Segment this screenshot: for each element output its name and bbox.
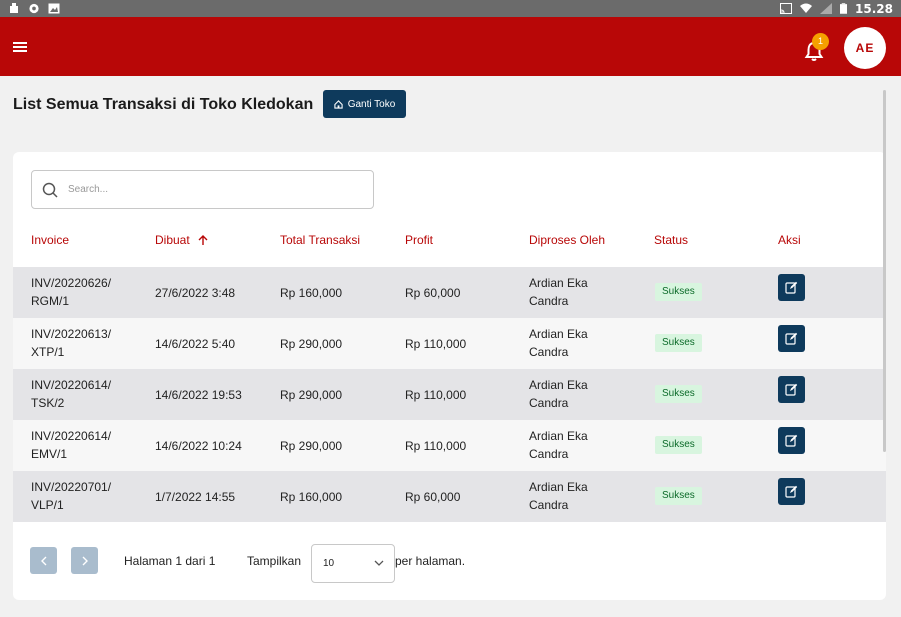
next-page-button[interactable] xyxy=(71,547,98,574)
search-icon xyxy=(42,182,58,198)
menu-icon[interactable] xyxy=(13,42,27,52)
processed-by-cell: Ardian Eka Candra xyxy=(529,480,588,512)
page-title: List Semua Transaksi di Toko Kledokan xyxy=(13,96,314,113)
status-bar: 15.28 xyxy=(0,0,901,17)
edit-button[interactable] xyxy=(778,325,805,352)
profit-cell: Rp 110,000 xyxy=(405,387,467,402)
store-icon xyxy=(334,99,343,109)
invoice-cell: INV/20220701/VLP/1 xyxy=(31,480,112,512)
edit-button[interactable] xyxy=(778,274,805,301)
transactions-card: Invoice Dibuat Total Transaksi Profit Di… xyxy=(13,152,886,600)
per-page-select[interactable]: 10 xyxy=(311,544,395,583)
edit-button[interactable] xyxy=(778,427,805,454)
notification-badge: 1 xyxy=(812,33,829,50)
scrollbar[interactable] xyxy=(883,90,886,452)
ganti-toko-label: Ganti Toko xyxy=(347,98,396,110)
dibuat-cell: 14/6/2022 5:40 xyxy=(155,336,236,351)
image-icon xyxy=(48,3,60,14)
per-page-value: 10 xyxy=(323,558,335,569)
signal-icon xyxy=(820,3,833,14)
column-aksi: Aksi xyxy=(778,233,801,247)
column-dibuat[interactable]: Dibuat xyxy=(155,233,208,247)
processed-by-cell: Ardian Eka Candra xyxy=(529,378,588,410)
edit-icon xyxy=(785,281,798,294)
ganti-toko-button[interactable]: Ganti Toko xyxy=(323,90,406,118)
edit-icon xyxy=(785,434,798,447)
app-header: 1 AE xyxy=(0,17,901,76)
total-cell: Rp 160,000 xyxy=(280,285,343,300)
app-notification-icon xyxy=(10,3,18,13)
profit-cell: Rp 110,000 xyxy=(405,336,467,351)
edit-icon xyxy=(785,383,798,396)
chevron-left-icon xyxy=(40,556,46,565)
pagination: Halaman 1 dari 1 Tampilkan 10 per halama… xyxy=(13,544,886,584)
table-header: Invoice Dibuat Total Transaksi Profit Di… xyxy=(13,230,886,250)
edit-button[interactable] xyxy=(778,376,805,403)
column-profit[interactable]: Profit xyxy=(405,233,433,247)
invoice-cell: INV/20220626/RGM/1 xyxy=(31,276,112,308)
sort-ascending-icon xyxy=(198,234,208,245)
prev-page-button[interactable] xyxy=(30,547,57,574)
column-invoice[interactable]: Invoice xyxy=(31,233,69,247)
profit-cell: Rp 110,000 xyxy=(405,438,467,453)
total-cell: Rp 290,000 xyxy=(280,336,343,351)
avatar[interactable]: AE xyxy=(844,27,886,69)
profit-cell: Rp 60,000 xyxy=(405,489,461,504)
total-cell: Rp 290,000 xyxy=(280,387,343,402)
table-row: INV/20220614/TSK/2 14/6/2022 19:53 Rp 290,… xyxy=(13,369,886,420)
dibuat-cell: 27/6/2022 3:48 xyxy=(155,285,236,300)
edit-icon xyxy=(785,485,798,498)
status-badge: Sukses xyxy=(655,436,702,454)
invoice-cell: INV/20220614/TSK/2 xyxy=(31,378,112,410)
show-label: Tampilkan xyxy=(247,554,302,568)
dibuat-cell: 1/7/2022 14:55 xyxy=(155,489,236,504)
edit-icon xyxy=(785,332,798,345)
search-input[interactable] xyxy=(68,184,348,195)
status-badge: Sukses xyxy=(655,487,702,505)
per-page-suffix: per halaman. xyxy=(395,554,466,568)
page-info: Halaman 1 dari 1 xyxy=(124,554,216,568)
invoice-cell: INV/20220613/XTP/1 xyxy=(31,327,112,359)
cast-icon xyxy=(780,3,793,14)
status-badge: Sukses xyxy=(655,385,702,403)
table-row: INV/20220613/XTP/1 14/6/2022 5:40 Rp 290,0… xyxy=(13,318,886,369)
settings-icon xyxy=(29,3,39,14)
processed-by-cell: Ardian Eka Candra xyxy=(529,327,588,359)
battery-icon xyxy=(840,3,848,14)
dibuat-cell: 14/6/2022 19:53 xyxy=(155,387,242,402)
invoice-cell: INV/20220614/EMV/1 xyxy=(31,429,112,461)
column-total-transaksi[interactable]: Total Transaksi xyxy=(280,233,360,247)
chevron-right-icon xyxy=(82,556,88,565)
table-row: INV/20220614/EMV/1 14/6/2022 10:24 Rp 290,… xyxy=(13,420,886,471)
processed-by-cell: Ardian Eka Candra xyxy=(529,276,588,308)
wifi-icon xyxy=(800,3,813,13)
status-badge: Sukses xyxy=(655,334,702,352)
chevron-down-icon xyxy=(374,560,384,566)
column-diproses-oleh[interactable]: Diproses Oleh xyxy=(529,233,605,247)
processed-by-cell: Ardian Eka Candra xyxy=(529,429,588,461)
profit-cell: Rp 60,000 xyxy=(405,285,461,300)
total-cell: Rp 160,000 xyxy=(280,489,343,504)
total-cell: Rp 290,000 xyxy=(280,438,343,453)
table-row: INV/20220701/VLP/1 1/7/2022 14:55 Rp 160,0… xyxy=(13,471,886,522)
column-status[interactable]: Status xyxy=(654,233,688,247)
status-time: 15.28 xyxy=(855,1,893,16)
status-badge: Sukses xyxy=(655,283,702,301)
table-row: INV/20220626/RGM/1 27/6/2022 3:48 Rp 160,0… xyxy=(13,267,886,318)
dibuat-cell: 14/6/2022 10:24 xyxy=(155,438,242,453)
edit-button[interactable] xyxy=(778,478,805,505)
search-box[interactable] xyxy=(31,170,374,209)
